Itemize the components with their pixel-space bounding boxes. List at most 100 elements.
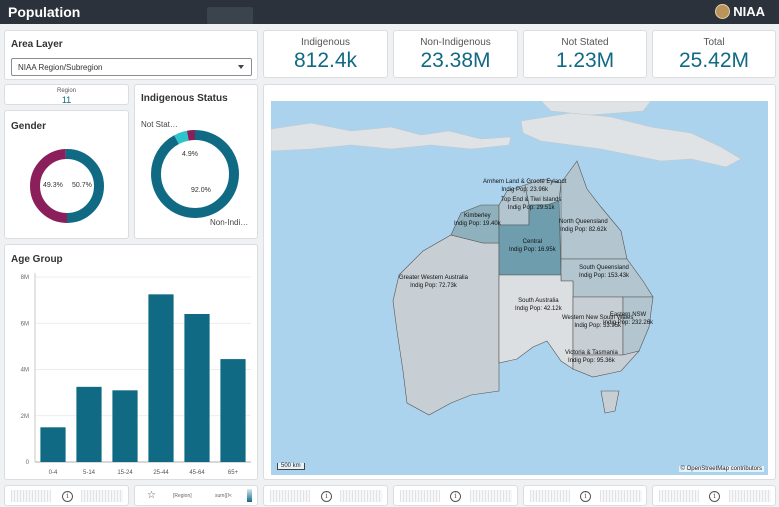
footer-placeholder (340, 490, 382, 502)
status-slice-0[interactable] (151, 130, 239, 218)
star-icon[interactable]: ☆ (147, 490, 156, 501)
bar-0-4[interactable] (40, 427, 66, 462)
footer-placeholder (659, 490, 699, 502)
y-tick-label: 6M (21, 321, 29, 327)
footer-panel-5: i (523, 485, 647, 506)
kpi-not-stated: Not Stated 1.23M (523, 30, 647, 78)
bar-25-44[interactable] (148, 294, 174, 462)
map-scale: 500 km (277, 463, 305, 470)
kpi-value: 1.23M (555, 49, 615, 72)
x-tick-label: 65+ (228, 470, 239, 476)
kpi-label: Total (703, 37, 725, 48)
map-attribution[interactable]: © OpenStreetMap contributors (678, 466, 764, 472)
map-region-greater-western-australia[interactable] (392, 234, 500, 416)
age-group-chart: 0 2M 4M 6M 8M 0-4 5-14 15-24 25-44 45-64 65+ (21, 273, 251, 476)
footer-panel-6: i (652, 485, 776, 506)
info-icon[interactable]: i (321, 491, 332, 502)
footer-placeholder (270, 490, 310, 502)
map-label-south-australia: South Australia Indig Pop: 42.12k (515, 298, 562, 312)
y-tick-label: 2M (21, 414, 29, 420)
map-view[interactable]: Arnhem Land & Groote Eylandt Indig Pop: 2… (271, 101, 768, 475)
logo-text: NIAA (733, 4, 765, 19)
footer-measure-label: sum([I< (215, 493, 232, 499)
bar-5-14[interactable] (76, 386, 102, 462)
info-icon[interactable]: i (580, 491, 591, 502)
niaa-logo: NIAA (715, 4, 765, 19)
info-icon[interactable]: i (450, 491, 461, 502)
x-tick-label: 45-64 (189, 470, 205, 476)
map-label-central: Central Indig Pop: 16.95k (509, 239, 556, 253)
area-layer-select[interactable]: NIAA Region/Subregion (11, 58, 252, 76)
kpi-label: Not Stated (561, 37, 609, 48)
region-count-value: 11 (61, 95, 72, 105)
footer-color-scale (247, 489, 252, 502)
map-label-greater-western-australia: Greater Western Australia Indig Pop: 72.7… (399, 275, 468, 289)
area-layer-title: Area Layer (11, 39, 63, 50)
chevron-down-icon[interactable] (238, 65, 244, 69)
kpi-total: Total 25.42M (652, 30, 776, 78)
map-label-south-queensland: South Queensland Indig Pop: 153.43k (579, 265, 630, 279)
info-icon[interactable]: i (62, 491, 73, 502)
map-label-western-nsw: Western New South Wales Indig Pop: 53.95k (562, 315, 634, 329)
top-bar: Population NIAA (0, 0, 779, 24)
map-label-north-queensland: North Queensland Indig Pop: 82.62k (559, 219, 608, 233)
kpi-value: 23.38M (420, 49, 491, 72)
map-label-victoria-tasmania: Victoria & Tasmania Indig Pop: 95.36k (565, 350, 618, 364)
legend-non-indigenous: Non-Indi… (210, 218, 249, 227)
app-title: Population (8, 4, 81, 20)
status-non-indigenous-pct: 92.0% (191, 187, 211, 194)
status-not-stated-pct: 4.9% (182, 151, 198, 158)
kpi-value: 25.42M (678, 49, 750, 72)
x-tick-label: 15-24 (117, 470, 133, 476)
map-label-arnhem-land: Arnhem Land & Groote Eylandt Indig Pop: 2… (483, 179, 567, 193)
footer-placeholder (81, 490, 123, 502)
footer-placeholder (530, 490, 570, 502)
map-label-top-end: Top End & Tiwi Islands Indig Pop: 29.51k (501, 197, 562, 211)
y-tick-label: 8M (21, 275, 29, 281)
footer-placeholder (600, 490, 642, 502)
y-tick-label: 4M (21, 368, 29, 374)
x-tick-label: 25-44 (153, 470, 169, 476)
kpi-label: Non-Indigenous (420, 37, 491, 48)
x-tick-label: 5-14 (83, 470, 96, 476)
footer-placeholder (11, 490, 51, 502)
toolbar-placeholder (207, 7, 253, 24)
footer-panel-4: i (393, 485, 518, 506)
area-layer-selected: NIAA Region/Subregion (18, 63, 103, 72)
bar-15-24[interactable] (112, 390, 138, 462)
region-count-panel: Region 11 (4, 84, 129, 105)
kpi-indigenous: Indigenous 812.4k (263, 30, 388, 78)
bar-45-64[interactable] (184, 314, 210, 462)
crest-icon (715, 4, 731, 19)
age-group-panel: Age Group 0 2M 4M 6M 8M 0-4 5-14 15-24 25-44 45-6… (4, 244, 258, 480)
footer-field-label: [Region] (173, 493, 192, 499)
footer-placeholder (729, 490, 771, 502)
footer-panel-3: i (263, 485, 388, 506)
kpi-value: 812.4k (293, 49, 358, 72)
footer-panel-1: i (4, 485, 129, 506)
x-tick-label: 0-4 (49, 470, 58, 476)
map-canvas[interactable] (271, 101, 768, 475)
gender-male-pct: 50.7% (72, 182, 92, 189)
map-region-north-queensland[interactable] (560, 160, 628, 260)
land-new-guinea (520, 112, 742, 168)
gender-panel: Gender 49.3% 50.7% (4, 110, 129, 239)
info-icon[interactable]: i (709, 491, 720, 502)
gender-donut[interactable] (5, 111, 130, 240)
footer-placeholder (470, 490, 512, 502)
indigenous-status-donut[interactable] (135, 85, 259, 240)
land-indonesia (271, 122, 512, 152)
region-count-label: Region (56, 88, 76, 94)
land-north-islands (540, 101, 652, 116)
map-panel: Arnhem Land & Groote Eylandt Indig Pop: 2… (263, 84, 776, 480)
bar-65+[interactable] (220, 359, 246, 462)
kpi-non-indigenous: Non-Indigenous 23.38M (393, 30, 518, 78)
map-label-kimberley: Kimberley Indig Pop: 19.40k (454, 213, 501, 227)
area-layer-panel: Area Layer NIAA Region/Subregion (4, 30, 258, 80)
indigenous-status-panel: Indigenous Status Not Stat… 4.9% 92.0% N… (134, 84, 258, 239)
footer-panel-2: ☆ [Region] sum([I< (134, 485, 258, 506)
footer-placeholder (400, 490, 440, 502)
y-tick-label: 0 (26, 460, 30, 466)
gender-female-pct: 49.3% (43, 182, 63, 189)
kpi-label: Indigenous (301, 37, 350, 48)
